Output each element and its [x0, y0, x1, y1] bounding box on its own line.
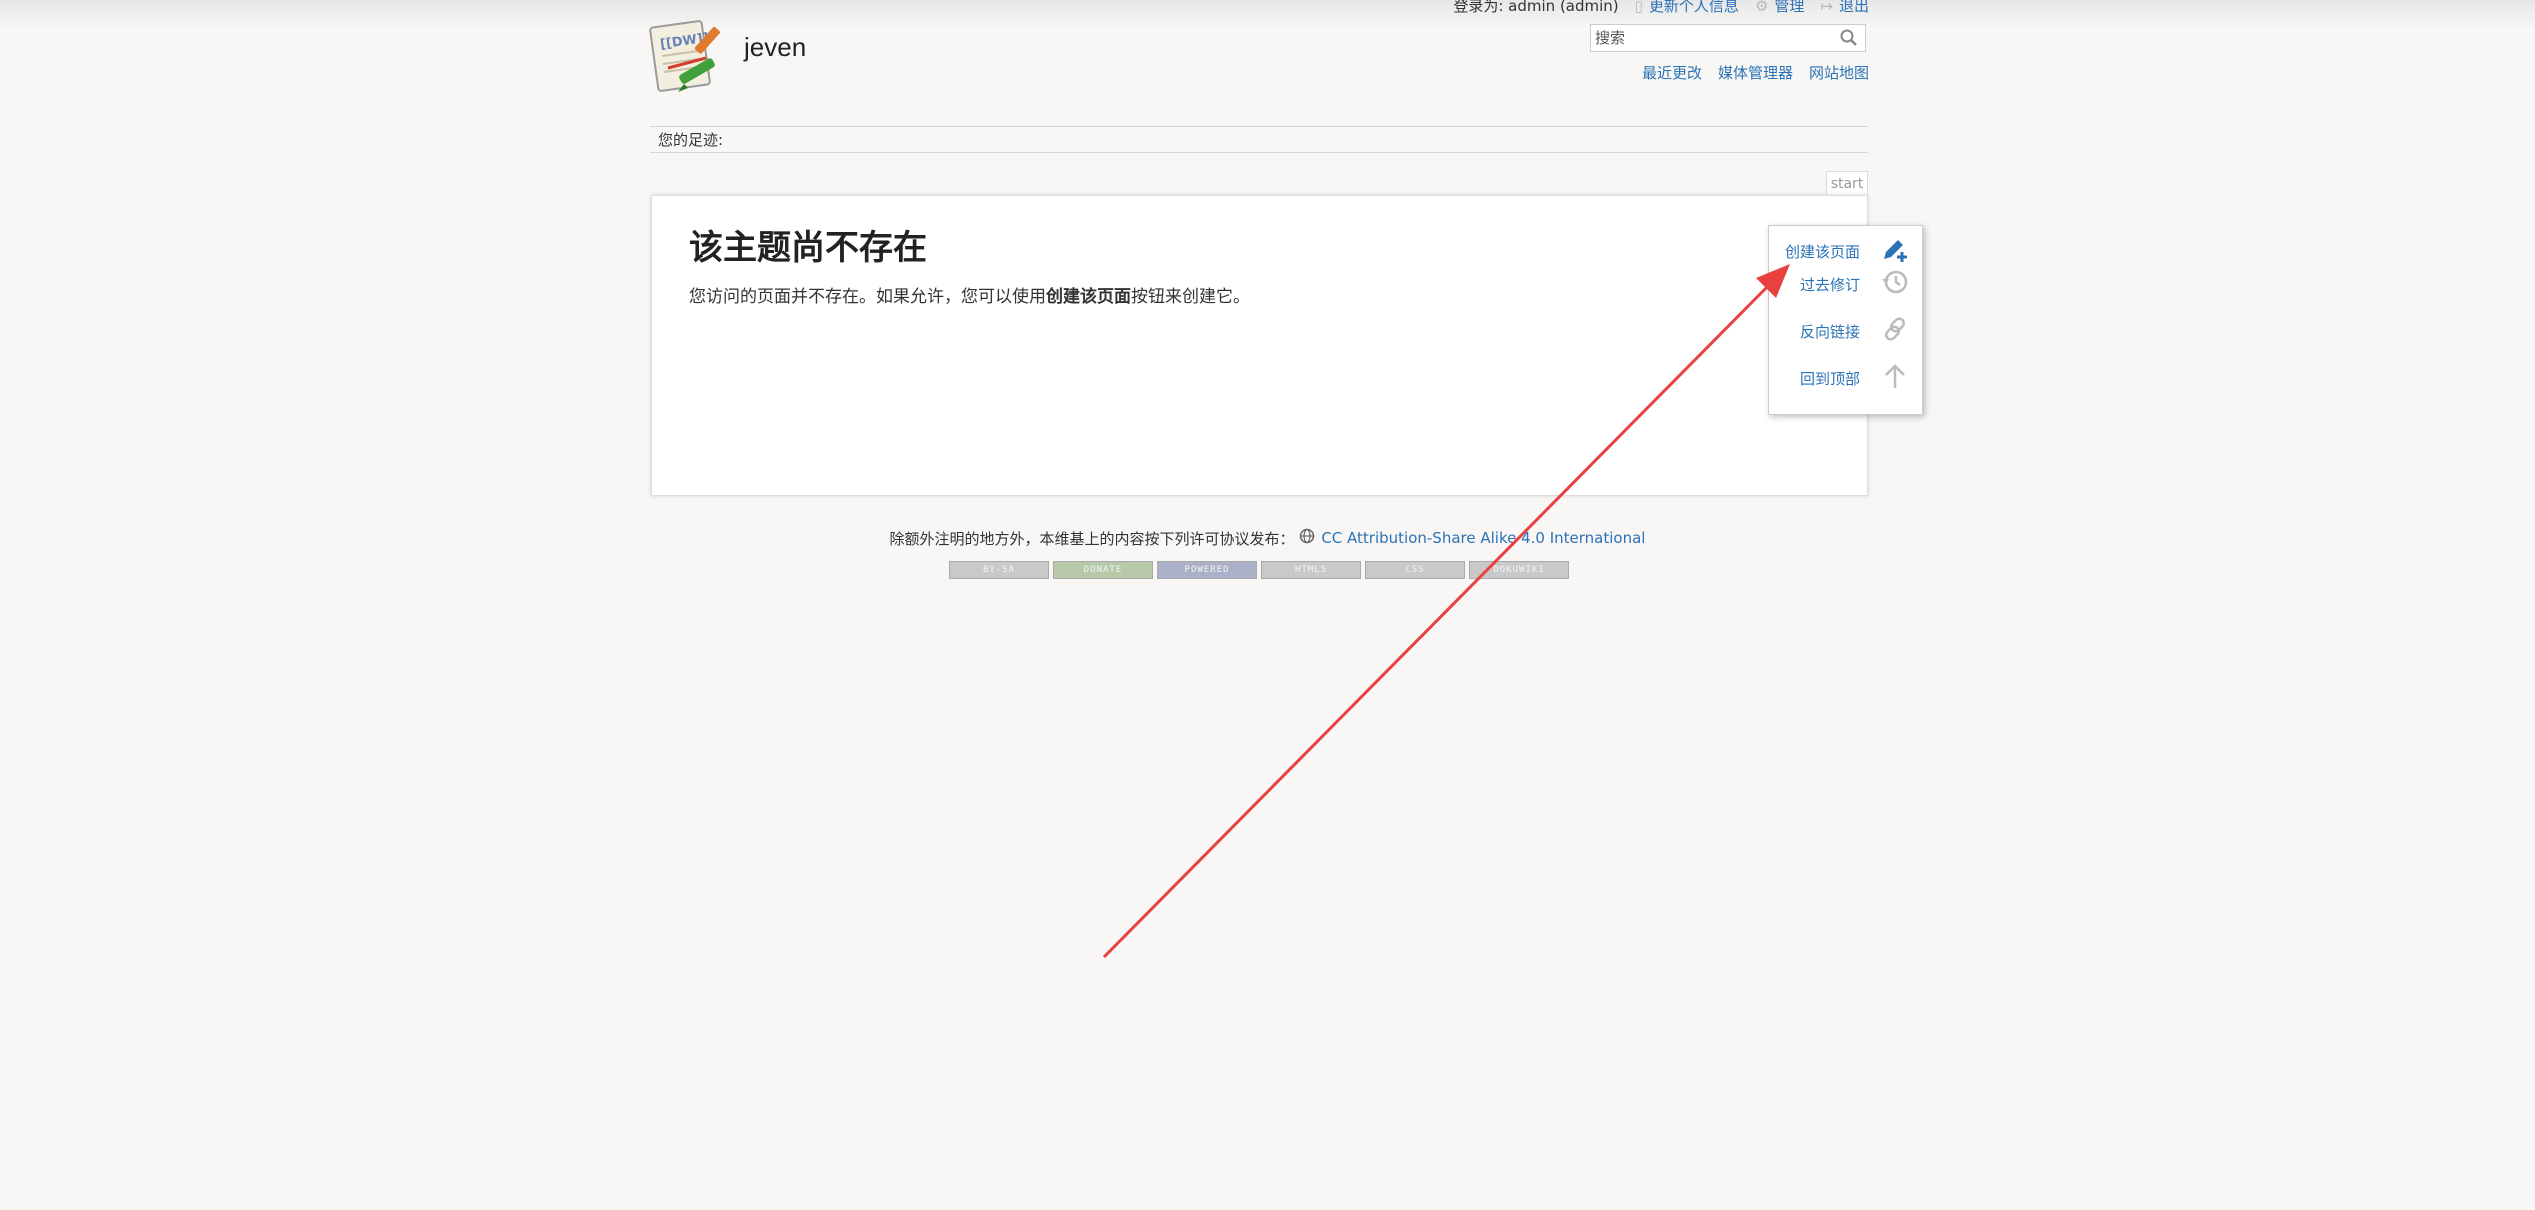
page-message: 您访问的页面并不存在。如果允许，您可以使用创建该页面按钮来创建它。 — [689, 282, 1250, 307]
breadcrumb-label: 您的足迹: — [658, 131, 724, 149]
update-profile-label[interactable]: 更新个人信息 — [1649, 0, 1739, 16]
old-revisions-button[interactable]: 过去修订 — [1800, 268, 1910, 300]
site-title[interactable]: jeven — [744, 32, 806, 63]
top-shade — [0, 0, 2535, 30]
search-input[interactable] — [1591, 25, 1834, 51]
profile-icon: ▯ — [1634, 0, 1643, 15]
create-page-label[interactable]: 创建该页面 — [1785, 241, 1860, 262]
badge-donate[interactable]: DONATE — [1053, 561, 1153, 579]
logout-label[interactable]: 退出 — [1839, 0, 1869, 16]
backlinks-button[interactable]: 反向链接 — [1800, 315, 1910, 347]
license-link[interactable]: CC Attribution-Share Alike 4.0 Internati… — [1299, 528, 1645, 548]
back-to-top-button[interactable]: 回到顶部 — [1800, 362, 1910, 394]
admin-label[interactable]: 管理 — [1774, 0, 1804, 16]
footer-badges: BY-SA DONATE POWERED HTML5 CSS DOKUWIKI — [949, 561, 1569, 579]
badge-dokuwiki[interactable]: DOKUWIKI — [1469, 561, 1569, 579]
badge-w3c-css[interactable]: CSS — [1365, 561, 1465, 579]
logout-link[interactable]: ↦ 退出 — [1820, 0, 1869, 16]
message-suffix: 按钮来创建它。 — [1131, 287, 1250, 307]
gear-icon: ⚙ — [1754, 0, 1769, 15]
user-tools: 登录为: admin (admin) ▯ 更新个人信息 ⚙ 管理 ↦ 退出 — [1453, 0, 1869, 16]
arrow-up-icon[interactable] — [1880, 361, 1910, 395]
page-title: 该主题尚不存在 — [689, 228, 927, 268]
media-manager-link[interactable]: 媒体管理器 — [1718, 62, 1793, 83]
sitemap-link[interactable]: 网站地图 — [1809, 62, 1869, 83]
site-tools: 最近更改 媒体管理器 网站地图 — [1642, 62, 1869, 83]
page-content: 该主题尚不存在 您访问的页面并不存在。如果允许，您可以使用创建该页面按钮来创建它… — [651, 195, 1868, 496]
page-id[interactable]: start — [1826, 171, 1868, 196]
search-icon[interactable] — [1839, 28, 1859, 52]
old-revisions-label[interactable]: 过去修订 — [1800, 274, 1860, 295]
create-page-button[interactable]: 创建该页面 — [1785, 235, 1910, 267]
link-icon[interactable] — [1880, 314, 1910, 348]
page-tools: 创建该页面 过去修订 反向链接 回到顶部 — [1768, 225, 1923, 415]
logged-in-as: 登录为: admin (admin) — [1453, 0, 1619, 15]
badge-w3c-html5[interactable]: HTML5 — [1261, 561, 1361, 579]
license-link-label[interactable]: CC Attribution-Share Alike 4.0 Internati… — [1321, 529, 1645, 547]
pencil-plus-icon[interactable] — [1880, 234, 1910, 268]
back-to-top-label[interactable]: 回到顶部 — [1800, 368, 1860, 389]
breadcrumb: 您的足迹: — [650, 126, 1868, 153]
badge-php-powered[interactable]: POWERED — [1157, 561, 1257, 579]
search-box[interactable] — [1590, 24, 1866, 52]
license-text: 除额外注明的地方外，本维基上的内容按下列许可协议发布： — [889, 530, 1295, 548]
dokuwiki-logo[interactable]: [[DW]] — [648, 18, 732, 102]
update-profile-link[interactable]: ▯ 更新个人信息 — [1635, 0, 1739, 16]
admin-link[interactable]: ⚙ 管理 — [1755, 0, 1804, 16]
logout-icon: ↦ — [1820, 0, 1833, 15]
footer: 除额外注明的地方外，本维基上的内容按下列许可协议发布： CC Attributi… — [0, 528, 2535, 549]
annotation-arrow — [1102, 264, 1790, 959]
message-bold: 创建该页面 — [1046, 287, 1131, 307]
history-icon[interactable] — [1880, 267, 1910, 301]
badge-cc-by-sa[interactable]: BY-SA — [949, 561, 1049, 579]
message-prefix: 您访问的页面并不存在。如果允许，您可以使用 — [689, 287, 1046, 307]
backlinks-label[interactable]: 反向链接 — [1800, 321, 1860, 342]
recent-changes-link[interactable]: 最近更改 — [1642, 62, 1702, 83]
globe-icon — [1299, 528, 1315, 548]
